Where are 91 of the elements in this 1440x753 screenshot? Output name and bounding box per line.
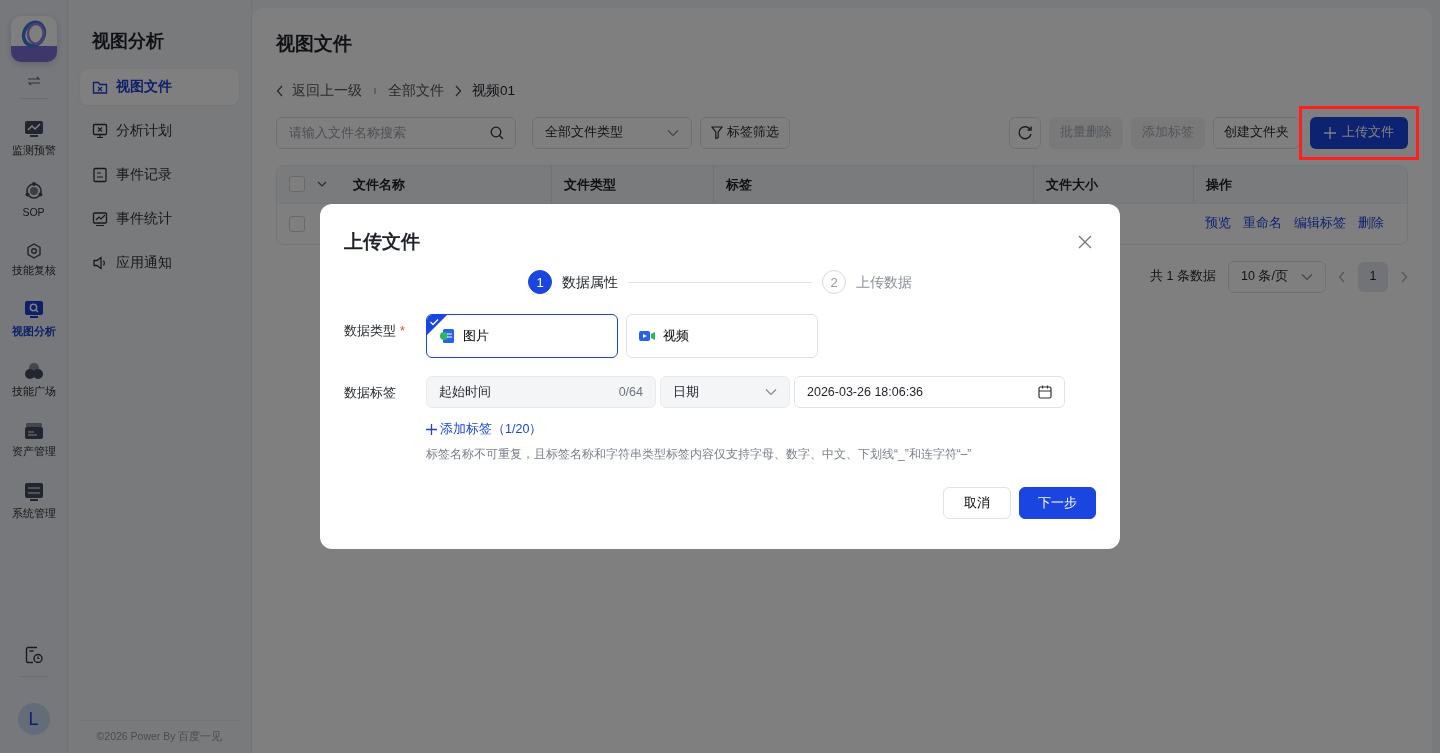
monitor-icon [23,119,44,139]
column-header: 文件名称 [353,175,405,194]
search-icon [490,125,504,140]
next-button[interactable]: 下一步 [1019,487,1096,520]
rail-nav-item[interactable]: 系统管理 [1,475,66,528]
menu-item[interactable]: 应用通知 [80,245,239,281]
rail-nav-item[interactable]: 资产管理 [1,415,66,466]
video-camera-icon [639,330,655,343]
action-link[interactable]: 删除 [1358,214,1384,234]
menu-item[interactable]: 分析计划 [80,113,239,149]
sliders-icon [23,481,44,502]
step-label: 数据属性 [562,272,618,292]
field-value: 起始时间 [439,384,491,401]
image-file-icon [439,328,455,345]
breadcrumb-item: 视频01 [472,81,516,100]
menu-item[interactable]: 事件统计 [80,201,239,237]
field-label: 数据标签 [344,386,396,401]
menu-item[interactable]: 视图文件 [80,69,239,105]
field-value: 2026-03-26 18:06:36 [807,384,924,401]
rail-nav-item[interactable]: 技能广场 [1,356,66,406]
tag-name-field[interactable]: 起始时间 0/64 [426,376,656,409]
step-number: 1 [528,270,552,295]
add-tag-link[interactable]: 添加标签（1/20） [426,420,543,440]
back-link[interactable]: 返回上一级 [276,80,362,101]
chart-icon [92,211,108,227]
type-option[interactable]: 视频 [626,314,818,359]
toolbar-button[interactable]: 创建文件夹 [1213,116,1300,149]
total-count: 共 1 条数据 [1150,268,1216,286]
filter-icon [711,126,723,140]
action-link[interactable]: 编辑标签 [1294,214,1346,234]
rail-nav-item[interactable]: SOP [1,174,66,227]
check-corner-icon [427,315,447,336]
tag-type-select[interactable]: 日期 [660,376,790,409]
document-icon [92,167,108,183]
chevron-down-icon [317,181,327,188]
section-title: 视图分析 [91,30,165,53]
rail-nav-item[interactable]: 技能复核 [1,236,66,285]
dialog-title: 上传文件 [344,229,420,254]
hint-text: 标签名称不可重复，且标签名称和字符串类型标签内容仅支持字母、数字、中文、下划线“_”和连字符“–” [426,446,973,464]
rail-nav-item[interactable]: 监测预警 [1,113,66,165]
settings-icon [25,242,42,259]
chevron-left-icon[interactable] [1338,270,1346,283]
rail-nav-item[interactable]: 视图分析 [1,294,66,346]
column-header: 操作 [1206,175,1232,194]
step-label: 上传数据 [856,272,912,292]
date-time-field[interactable]: 2026-03-26 18:06:36 [794,376,1065,409]
select-value: 全部文件类型 [545,124,623,142]
network-icon [23,180,44,201]
calendar-icon [1038,385,1052,400]
action-link[interactable]: 重命名 [1243,214,1282,234]
back-label[interactable]: 返回上一级 [292,80,362,101]
tag-filter-button[interactable]: 标签筛选 [700,116,790,149]
upload-button[interactable]: 上传文件 [1310,116,1408,149]
plus-icon [426,424,437,436]
select-value: 日期 [673,384,699,401]
field-label: 数据类型 [344,324,396,339]
select-value: 10 条/页 [1241,268,1288,286]
refresh-button[interactable] [1009,116,1041,149]
cancel-button[interactable]: 取消 [943,487,1011,520]
select-all-checkbox[interactable] [289,176,305,193]
required-mark: * [400,324,405,339]
row-checkbox[interactable] [289,215,305,232]
type-option[interactable]: 图片 [426,314,618,359]
folder-icon [92,79,108,95]
chevron-down-icon [765,388,777,397]
page-size-select[interactable]: 10 条/页 [1228,260,1326,293]
page-number[interactable]: 1 [1358,261,1388,292]
char-counter: 0/64 [618,384,643,401]
file-clock-icon[interactable] [24,646,43,664]
column-header: 标签 [726,175,752,194]
plus-icon [1324,126,1336,139]
file-type-select[interactable]: 全部文件类型 [532,116,692,149]
menu-item[interactable]: 事件记录 [80,157,239,193]
refresh-icon [1017,124,1033,141]
ring-logo-icon [19,20,48,48]
chevron-right-icon[interactable] [1400,270,1408,283]
chevron-left-icon [276,84,284,97]
speaker-icon [92,255,108,271]
chevron-down-icon [1301,272,1313,281]
breadcrumb-item[interactable]: 全部文件 [388,80,444,101]
page-title: 视图文件 [276,32,353,56]
chevron-right-icon [454,84,462,97]
action-link[interactable]: 预览 [1205,214,1231,234]
chevron-down-icon [667,128,679,137]
swap-icon[interactable] [26,76,41,86]
screen-icon [92,123,108,139]
search-icon [23,300,44,321]
close-icon [1078,235,1092,250]
user-avatar[interactable]: L [17,703,50,735]
column-header: 文件大小 [1046,175,1098,194]
column-header: 文件类型 [564,175,616,194]
